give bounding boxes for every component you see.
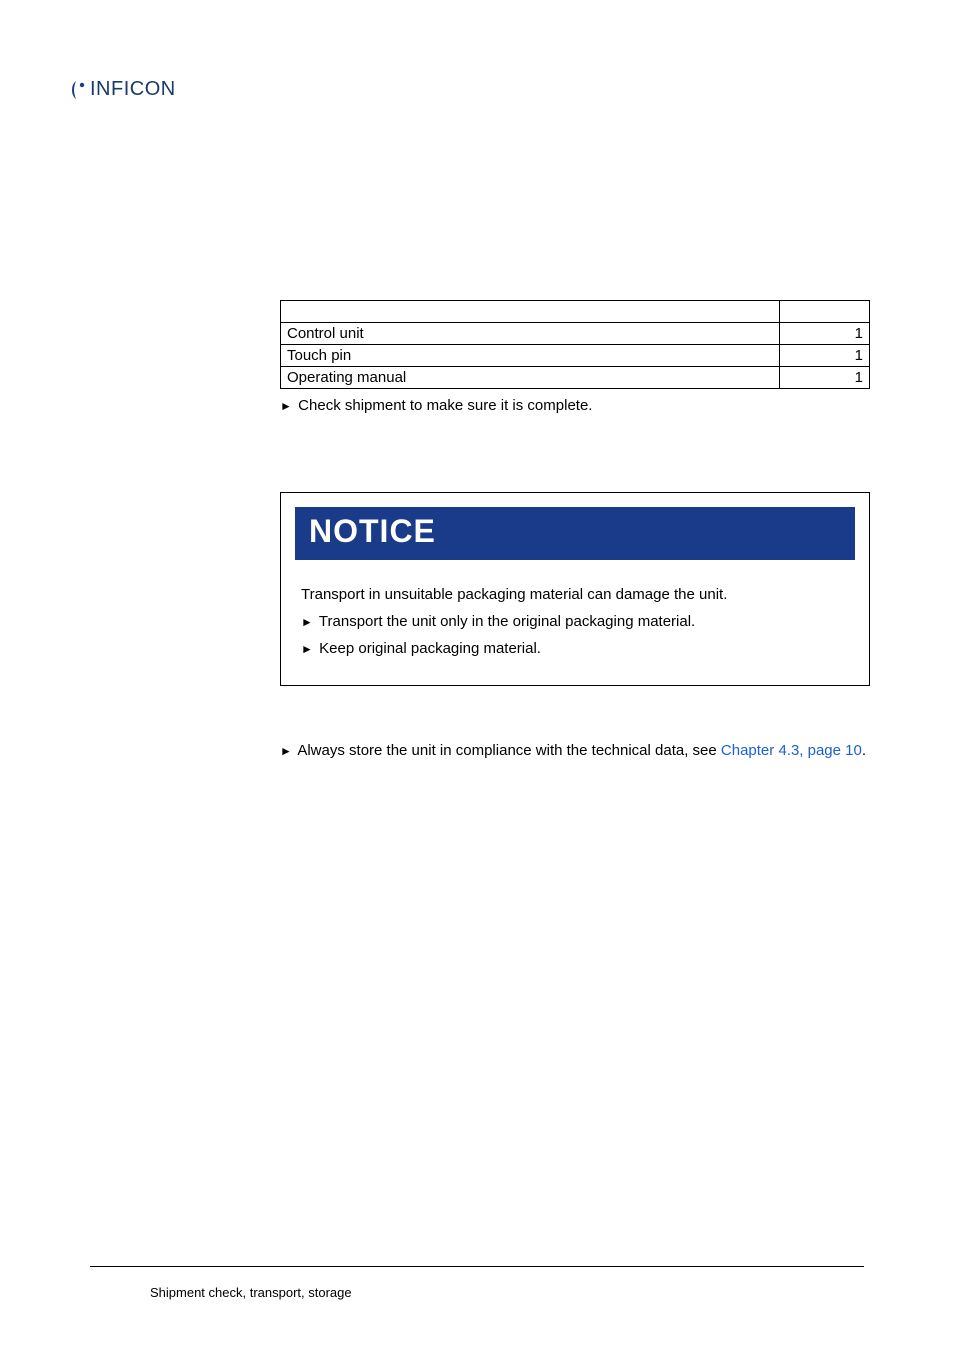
bullet-icon (280, 740, 294, 762)
item-cell: Operating manual (281, 367, 780, 389)
table-row: Touch pin 1 (281, 345, 870, 367)
notice-bullet-1-text: Transport the unit only in the original … (319, 613, 695, 630)
shipment-table: Control unit 1 Touch pin 1 Operating man… (280, 300, 870, 389)
storage-suffix: . (862, 742, 866, 759)
page-footer: Shipment check, transport, storage (90, 1266, 864, 1300)
bullet-icon (280, 397, 294, 414)
qty-cell: 1 (780, 367, 870, 389)
bullet-icon (301, 613, 315, 630)
table-row: Operating manual 1 (281, 367, 870, 389)
notice-box: NOTICE Transport in unsuitable packaging… (280, 492, 870, 686)
storage-section: Always store the unit in compliance with… (280, 740, 870, 762)
notice-intro: Transport in unsuitable packaging materi… (301, 586, 849, 603)
qty-cell: 1 (780, 345, 870, 367)
footer-text: Shipment check, transport, storage (150, 1285, 864, 1300)
bullet-icon (301, 640, 315, 657)
qty-cell: 1 (780, 323, 870, 345)
brand-name: INFICON (90, 78, 176, 101)
notice-heading: NOTICE (295, 507, 855, 560)
check-shipment-line: Check shipment to make sure it is comple… (280, 397, 870, 414)
brand-logo: INFICON (70, 78, 176, 101)
table-row: Control unit 1 (281, 323, 870, 345)
item-cell: Touch pin (281, 345, 780, 367)
table-header-item (281, 301, 780, 323)
logo-icon (70, 79, 90, 101)
storage-prefix: Always store the unit in compliance with… (297, 742, 721, 759)
item-cell: Control unit (281, 323, 780, 345)
notice-bullet-2: Keep original packaging material. (301, 640, 849, 657)
check-shipment-text: Check shipment to make sure it is comple… (298, 397, 592, 414)
storage-link[interactable]: Chapter 4.3, page 10 (721, 742, 862, 759)
notice-bullet-1: Transport the unit only in the original … (301, 613, 849, 630)
notice-bullet-2-text: Keep original packaging material. (319, 640, 541, 657)
table-header-qty (780, 301, 870, 323)
